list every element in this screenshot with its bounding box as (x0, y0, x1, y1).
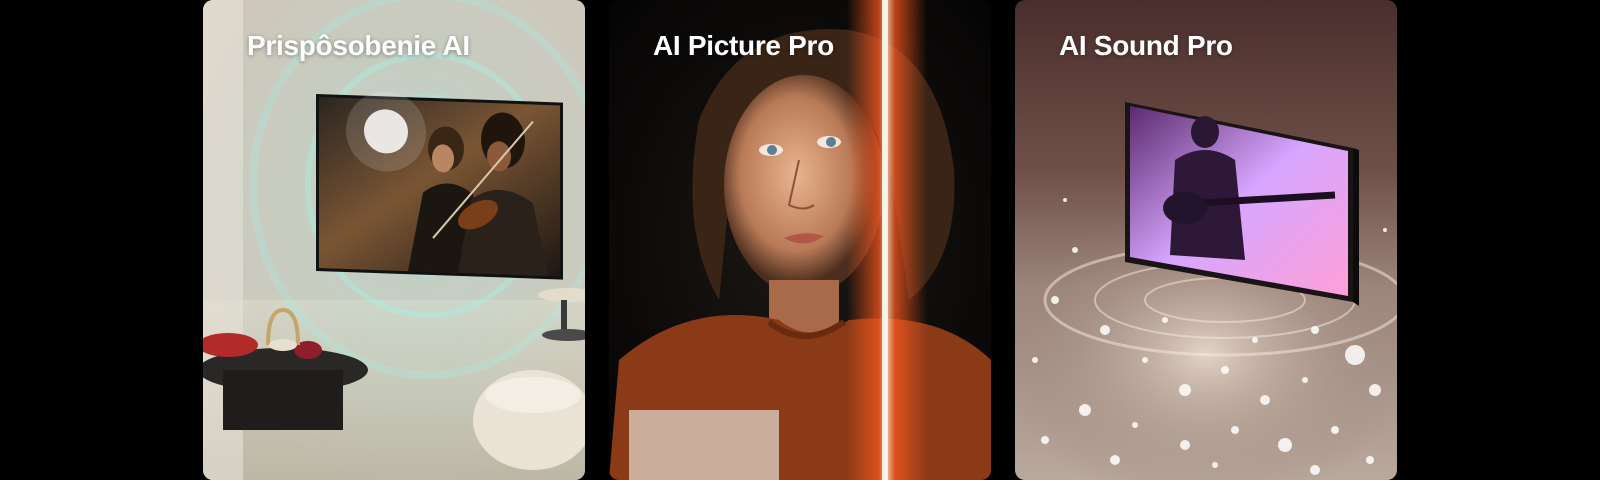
tv-sound-particles-image (1015, 102, 1397, 480)
card-title: AI Picture Pro (653, 30, 834, 61)
feature-card-ai-sound-pro[interactable]: AI Sound Pro (1015, 0, 1397, 480)
living-room-tv-image (203, 0, 585, 480)
feature-card-ai-personalization[interactable]: Prispôsobenie AI (203, 0, 585, 480)
card-title: AI Sound Pro (1059, 30, 1233, 61)
feature-carousel: Prispôsobenie AI AI Picture Pro AI Sound… (0, 0, 1600, 480)
feature-card-ai-picture-pro[interactable]: AI Picture Pro (609, 0, 991, 480)
portrait-image (609, 0, 991, 480)
card-title: Prispôsobenie AI (247, 30, 470, 61)
